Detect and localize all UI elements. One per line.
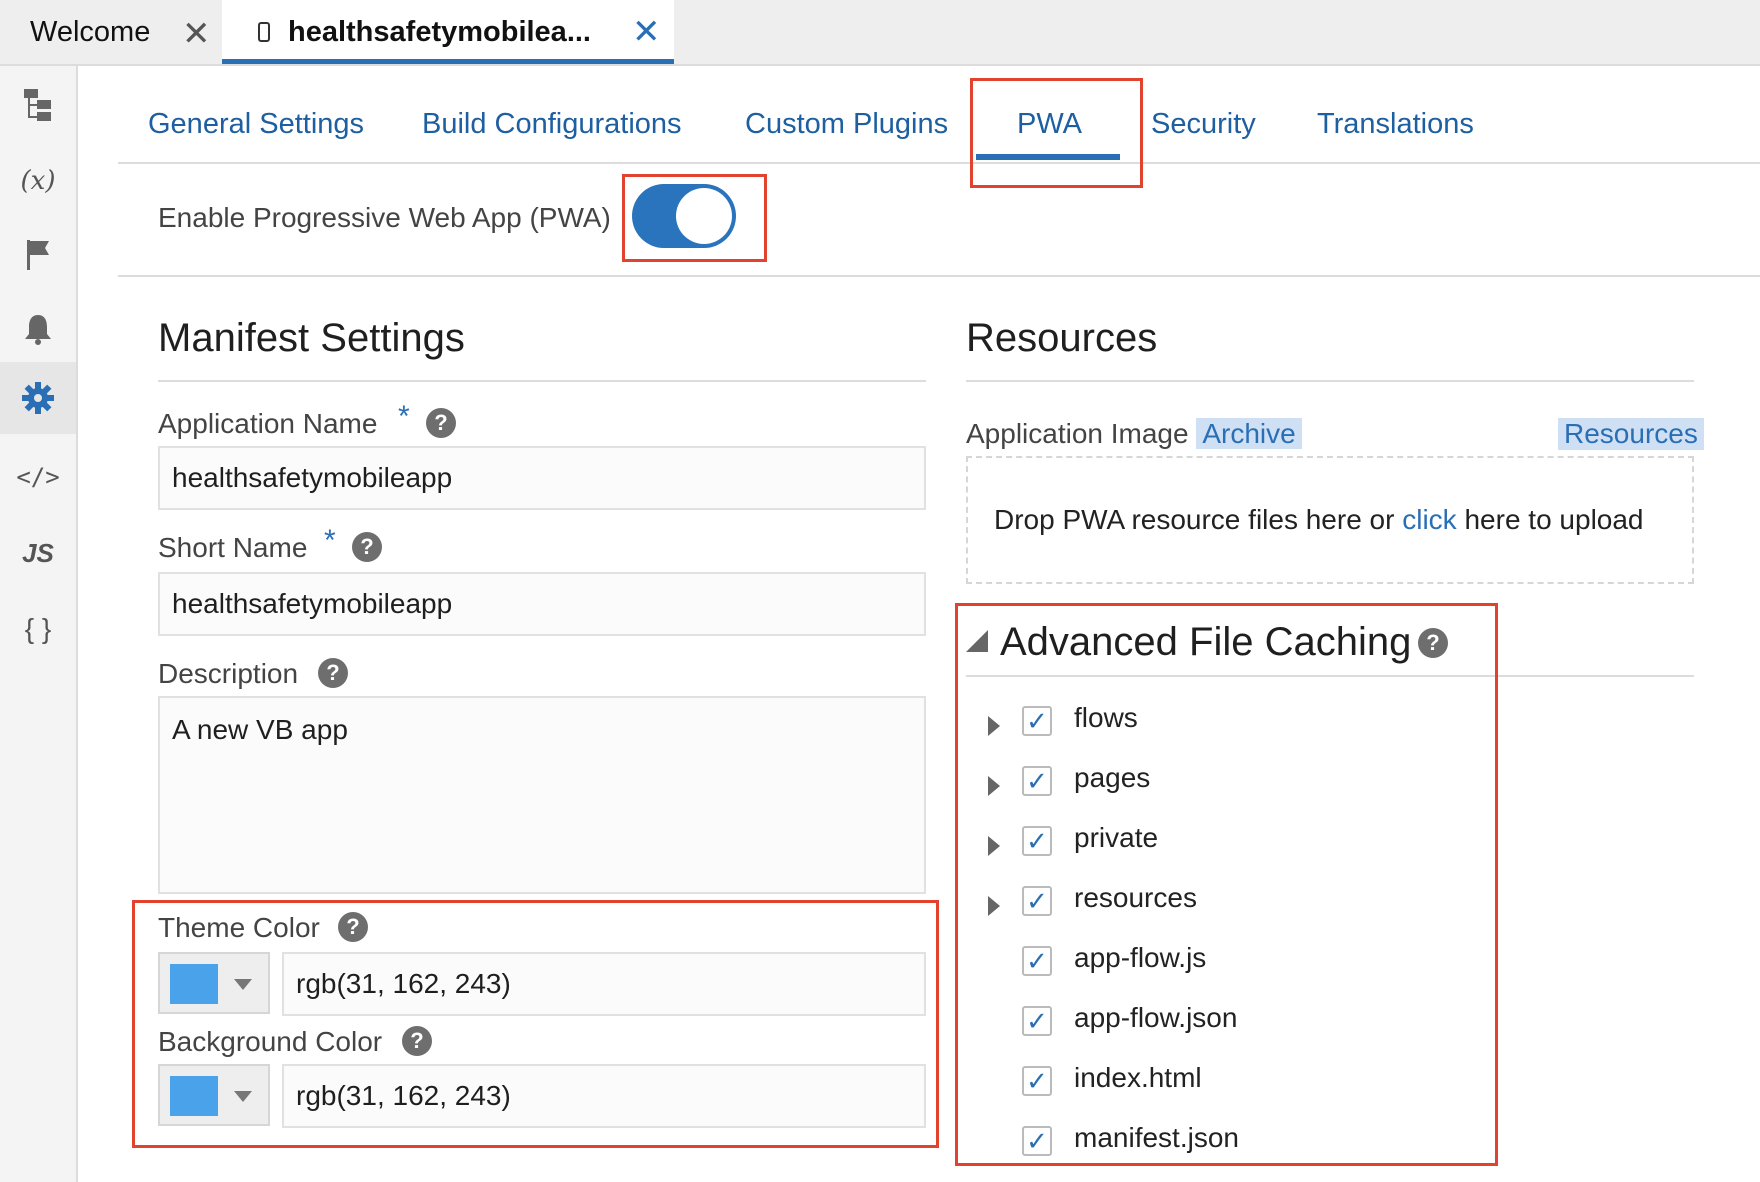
tab-app[interactable]: healthsafetymobilea... ✕ xyxy=(222,0,674,64)
code-icon[interactable]: </> xyxy=(0,442,76,512)
description-textarea[interactable]: A new VB app xyxy=(158,696,926,894)
manifest-settings-title: Manifest Settings xyxy=(158,316,465,360)
flow-icon[interactable] xyxy=(0,70,76,140)
pwa-toggle-label: Enable Progressive Web App (PWA) xyxy=(158,202,611,233)
highlight-pwa-tab xyxy=(970,78,1143,188)
close-icon[interactable]: ✕ xyxy=(632,12,661,52)
editor-tab-bar: Welcome ✕ healthsafetymobilea... ✕ xyxy=(0,0,1760,66)
short-name-label: Short Name xyxy=(158,532,308,563)
short-name-input[interactable]: healthsafetymobileapp xyxy=(158,572,926,636)
resources-title: Resources xyxy=(966,316,1158,360)
highlight-colors xyxy=(132,900,939,1148)
description-label: Description xyxy=(158,658,299,689)
tab-general-settings[interactable]: General Settings xyxy=(148,108,364,141)
bell-icon[interactable] xyxy=(0,294,76,364)
application-image-text: Application Image xyxy=(966,418,1189,449)
tab-app-label: healthsafetymobilea... xyxy=(288,16,591,48)
divider xyxy=(966,380,1694,382)
required-asterisk: * xyxy=(324,524,336,557)
close-icon[interactable]: ✕ xyxy=(182,14,211,54)
tab-translations[interactable]: Translations xyxy=(1317,108,1474,141)
tab-welcome-label: Welcome xyxy=(30,15,151,48)
highlight-pwa-toggle xyxy=(622,174,767,262)
archive-link[interactable]: Archive xyxy=(1196,418,1302,449)
application-name-input[interactable]: healthsafetymobileapp xyxy=(158,446,926,510)
gear-icon[interactable] xyxy=(0,362,76,434)
help-icon[interactable]: ? xyxy=(352,532,382,562)
tab-security[interactable]: Security xyxy=(1151,108,1256,141)
drop-text-2: here to upload xyxy=(1464,504,1644,535)
left-icon-rail: (x) </> JS { } xyxy=(0,66,78,1182)
upload-click-link[interactable]: click xyxy=(1402,504,1456,536)
flag-icon[interactable] xyxy=(0,220,76,290)
tab-welcome[interactable]: Welcome ✕ xyxy=(30,0,220,64)
mobile-icon xyxy=(258,22,270,42)
application-image-label: Application Image Archive xyxy=(966,418,1302,450)
application-name-label: Application Name xyxy=(158,408,378,439)
tab-custom-plugins[interactable]: Custom Plugins xyxy=(745,108,948,141)
resources-link[interactable]: Resources xyxy=(1558,418,1704,450)
resource-dropzone[interactable]: Drop PWA resource files here or click he… xyxy=(966,456,1694,584)
help-icon[interactable]: ? xyxy=(426,408,456,438)
json-icon[interactable]: { } xyxy=(0,594,76,664)
settings-tabs: General Settings Build Configurations Cu… xyxy=(118,66,1760,164)
drop-text: Drop PWA resource files here or xyxy=(994,504,1395,535)
js-icon[interactable]: JS xyxy=(0,518,76,588)
tab-build-configurations[interactable]: Build Configurations xyxy=(422,108,682,141)
divider xyxy=(158,380,926,382)
help-icon[interactable]: ? xyxy=(318,658,348,688)
highlight-file-caching xyxy=(955,603,1498,1166)
required-asterisk: * xyxy=(398,400,410,433)
divider xyxy=(118,275,1760,277)
variables-icon[interactable]: (x) xyxy=(0,146,76,216)
